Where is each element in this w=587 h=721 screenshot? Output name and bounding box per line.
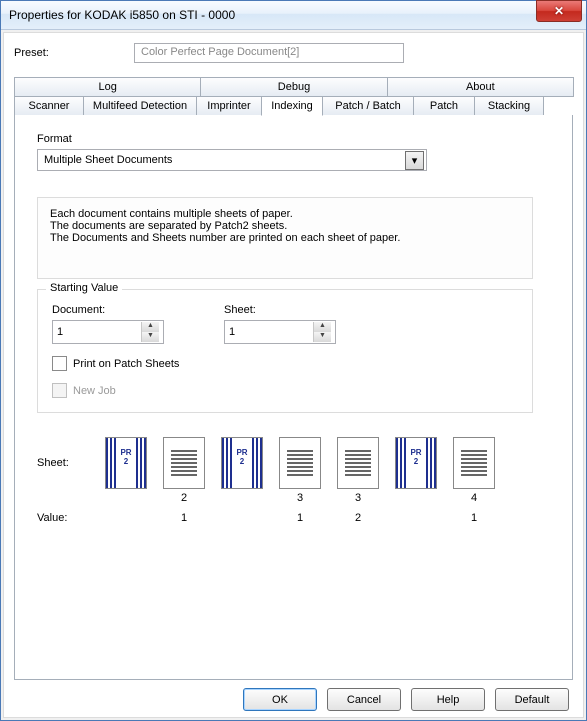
tab-page-indexing: Format Multiple Sheet Documents ▾ Each d… <box>14 115 573 680</box>
tab-indexing[interactable]: Indexing <box>261 96 323 116</box>
tab-patch[interactable]: Patch <box>413 96 475 116</box>
tab-imprinter[interactable]: Imprinter <box>196 96 262 116</box>
sheet-label: Sheet: <box>224 304 336 316</box>
sheet-column: Sheet: ▲▼ <box>224 304 336 344</box>
close-button[interactable]: ✕ <box>536 0 582 22</box>
document-column: Document: ▲▼ <box>52 304 164 344</box>
new-job-checkbox <box>52 383 67 398</box>
patch-page-icon: PR 2 <box>395 437 437 489</box>
print-on-patch-checkbox[interactable] <box>52 356 67 371</box>
sheet-number: 3 <box>297 492 303 504</box>
preview-cell: 2 <box>163 437 205 504</box>
starting-value-legend: Starting Value <box>46 282 122 294</box>
document-page-icon <box>279 437 321 489</box>
value-number <box>395 512 437 524</box>
new-job-label: New Job <box>73 385 116 397</box>
print-on-patch-label: Print on Patch Sheets <box>73 358 179 370</box>
document-page-icon <box>337 437 379 489</box>
description-line: The documents are separated by Patch2 sh… <box>50 220 520 232</box>
tab-row-top: Log Debug About <box>14 77 573 97</box>
document-input[interactable] <box>53 323 141 341</box>
document-label: Document: <box>52 304 164 316</box>
preview-cells: PR 2 2 PR 2 3 3 PR 2 4 <box>105 437 495 504</box>
tab-log[interactable]: Log <box>14 77 201 97</box>
preview-cell: PR 2 <box>221 437 263 504</box>
value-number: 2 <box>337 512 379 524</box>
chevron-up-icon[interactable]: ▲ <box>142 322 159 332</box>
print-on-patch-row[interactable]: Print on Patch Sheets <box>52 356 518 371</box>
value-number: 1 <box>163 512 205 524</box>
window-title: Properties for KODAK i5850 on STI - 0000 <box>9 8 536 22</box>
button-bar: OK Cancel Help Default <box>14 680 573 711</box>
patch-page-icon: PR 2 <box>105 437 147 489</box>
format-label: Format <box>37 133 550 145</box>
spinner-buttons[interactable]: ▲▼ <box>313 322 331 342</box>
sheet-number: 4 <box>471 492 477 504</box>
tab-scanner[interactable]: Scanner <box>14 96 84 116</box>
chevron-down-icon[interactable]: ▼ <box>314 332 331 342</box>
document-page-icon <box>163 437 205 489</box>
starting-value-row: Document: ▲▼ Sheet: ▲▼ <box>52 304 518 344</box>
preview-cell: 3 <box>337 437 379 504</box>
tab-about[interactable]: About <box>387 77 574 97</box>
value-number: 1 <box>453 512 495 524</box>
preset-label: Preset: <box>14 47 134 59</box>
patch-page-icon: PR 2 <box>221 437 263 489</box>
preview-cell: PR 2 <box>105 437 147 504</box>
document-page-icon <box>453 437 495 489</box>
document-spinner[interactable]: ▲▼ <box>52 320 164 344</box>
tab-patchbatch[interactable]: Patch / Batch <box>322 96 414 116</box>
new-job-row: New Job <box>52 383 518 398</box>
sheet-number: 3 <box>355 492 361 504</box>
starting-value-group: Starting Value Document: ▲▼ Sheet: ▲▼ <box>37 289 533 413</box>
format-value: Multiple Sheet Documents <box>44 154 405 166</box>
preview-sheet-row: Sheet: PR 2 2 PR 2 3 3 PR 2 4 <box>37 437 550 504</box>
ok-button[interactable]: OK <box>243 688 317 711</box>
preview-cell: 4 <box>453 437 495 504</box>
value-number <box>221 512 263 524</box>
sheet-number: 2 <box>181 492 187 504</box>
value-row-label: Value: <box>37 512 93 524</box>
spinner-buttons[interactable]: ▲▼ <box>141 322 159 342</box>
value-cells: 1 1 2 1 <box>105 512 495 524</box>
client-area: Preset: Color Perfect Page Document[2] L… <box>3 32 584 718</box>
chevron-down-icon[interactable]: ▾ <box>405 151 424 170</box>
value-number: 1 <box>279 512 321 524</box>
tab-row-bottom: Scanner Multifeed Detection Imprinter In… <box>14 96 573 116</box>
format-description: Each document contains multiple sheets o… <box>37 197 533 279</box>
help-button[interactable]: Help <box>411 688 485 711</box>
preset-field[interactable]: Color Perfect Page Document[2] <box>134 43 404 63</box>
preset-row: Preset: Color Perfect Page Document[2] <box>14 43 573 63</box>
tab-debug[interactable]: Debug <box>200 77 387 97</box>
tab-stacking[interactable]: Stacking <box>474 96 544 116</box>
chevron-up-icon[interactable]: ▲ <box>314 322 331 332</box>
sheet-spinner[interactable]: ▲▼ <box>224 320 336 344</box>
preview-value-row: Value: 1 1 2 1 <box>37 512 550 524</box>
cancel-button[interactable]: Cancel <box>327 688 401 711</box>
description-line: The Documents and Sheets number are prin… <box>50 232 520 244</box>
value-number <box>105 512 147 524</box>
tab-multifeed[interactable]: Multifeed Detection <box>83 96 197 116</box>
chevron-down-icon[interactable]: ▼ <box>142 332 159 342</box>
titlebar[interactable]: Properties for KODAK i5850 on STI - 0000… <box>1 1 586 30</box>
format-combo[interactable]: Multiple Sheet Documents ▾ <box>37 149 427 171</box>
properties-window: Properties for KODAK i5850 on STI - 0000… <box>0 0 587 721</box>
default-button[interactable]: Default <box>495 688 569 711</box>
preview-cell: 3 <box>279 437 321 504</box>
preview-cell: PR 2 <box>395 437 437 504</box>
close-icon: ✕ <box>554 4 564 18</box>
description-line: Each document contains multiple sheets o… <box>50 208 520 220</box>
sheet-input[interactable] <box>225 323 313 341</box>
sheet-row-label: Sheet: <box>37 437 93 469</box>
